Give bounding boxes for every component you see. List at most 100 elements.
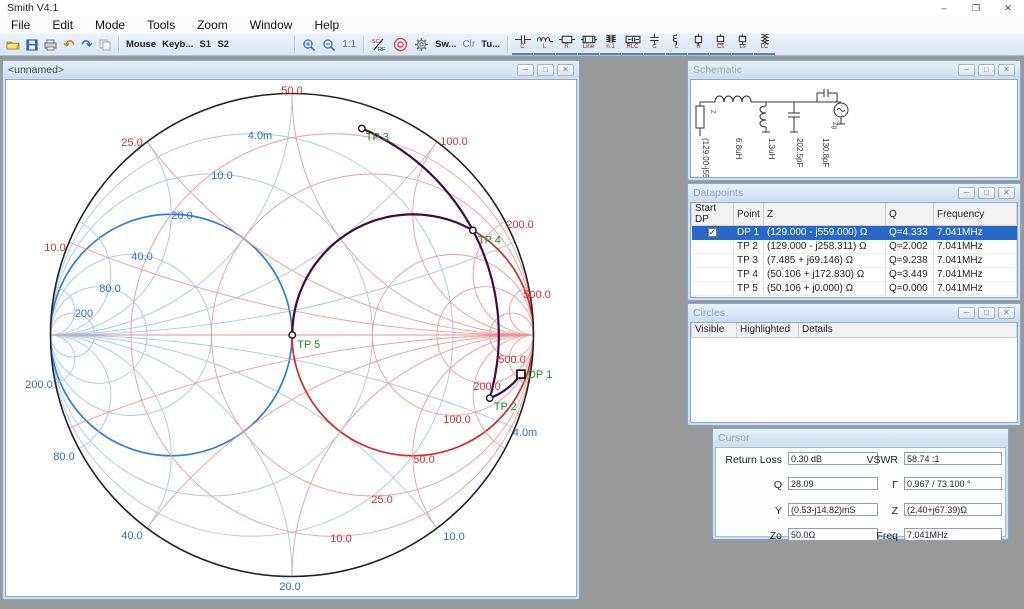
open-icon[interactable] xyxy=(3,35,23,54)
point-label: TP 2 xyxy=(494,401,517,413)
schematic-maximize-icon[interactable]: □ xyxy=(978,64,995,76)
coupled-button[interactable]: LC xyxy=(754,34,775,55)
datapoints-body: Start DP Point Z Q Frequency ✓DP 1(129.0… xyxy=(690,202,1018,298)
menu-window[interactable]: Window xyxy=(239,17,304,34)
clear-button[interactable]: Clr xyxy=(459,35,478,54)
schematic-titlebar[interactable]: Schematic ─ □ ✕ xyxy=(688,61,1020,78)
menu-edit[interactable]: Edit xyxy=(41,17,84,34)
svg-text:RF: RF xyxy=(378,47,386,52)
vswr-field[interactable]: 58.74 :1 xyxy=(904,452,1002,465)
column-highlighted[interactable]: Highlighted xyxy=(737,323,799,337)
table-row[interactable]: ✓DP 1(129.000 - j559.000) ΩQ=4.3337.041M… xyxy=(692,226,1017,240)
admittance-grid-label: 4.0m xyxy=(513,427,537,439)
copy-icon[interactable] xyxy=(96,35,114,54)
smith-chart[interactable]: DP 1TP 2TP 3TP 4TP 550.025.010.0100.0200… xyxy=(6,80,577,597)
schematic-minimize-icon[interactable]: ─ xyxy=(958,64,975,76)
chart-minimize-icon[interactable]: ─ xyxy=(517,64,534,76)
sc-rf-icon[interactable]: SCRF xyxy=(368,35,390,54)
admittance-grid-label: 80.0 xyxy=(53,451,74,463)
schematic-close-icon[interactable]: ✕ xyxy=(998,64,1015,76)
circles-minimize-icon[interactable]: ─ xyxy=(958,307,975,319)
app-close-button[interactable]: ✕ xyxy=(992,0,1024,16)
start-dp-checkbox[interactable]: ✓ xyxy=(708,228,717,237)
impedance-grid-label: 50.0 xyxy=(413,454,434,466)
menu-mode[interactable]: Mode xyxy=(84,17,136,34)
print-icon[interactable] xyxy=(41,35,60,54)
shunt-inductor-symbol xyxy=(760,102,770,132)
circles-close-icon[interactable]: ✕ xyxy=(998,307,1015,319)
datapoints-minimize-icon[interactable]: ─ xyxy=(958,187,975,199)
datapoints-close-icon[interactable]: ✕ xyxy=(998,187,1015,199)
app-restore-button[interactable]: ❐ xyxy=(960,0,992,16)
tune-button[interactable]: Tu... xyxy=(478,35,503,54)
column-details[interactable]: Details xyxy=(799,323,1017,337)
chart-maximize-icon[interactable]: □ xyxy=(537,64,554,76)
z-field[interactable]: (2.40+j67.39)Ω xyxy=(904,503,1002,516)
app-minimize-button[interactable]: – xyxy=(928,0,960,16)
mouse-button[interactable]: Mouse xyxy=(123,35,159,54)
transformer-button[interactable]: n:1 xyxy=(600,34,621,55)
series-inductor-symbol xyxy=(715,96,751,102)
menu-help[interactable]: Help xyxy=(303,17,350,34)
datapoint-marker[interactable] xyxy=(517,370,525,378)
testpoint-marker[interactable] xyxy=(487,395,493,401)
table-row[interactable]: TP 3(7.485 + j69.146) ΩQ=9.2387.041MHz xyxy=(692,254,1017,268)
circles-titlebar[interactable]: Circles ─ □ ✕ xyxy=(688,304,1020,321)
zoom-in-icon[interactable] xyxy=(299,35,319,54)
shunt-r-button[interactable]: R xyxy=(688,34,709,55)
gamma-field[interactable]: 0.967 / 73.100 ° xyxy=(904,477,1002,490)
zoom-out-icon[interactable] xyxy=(319,35,339,54)
column-z[interactable]: Z xyxy=(764,203,886,226)
save-icon[interactable] xyxy=(23,35,41,54)
undo-icon[interactable]: ↶ xyxy=(60,35,78,54)
s1-button[interactable]: S1 xyxy=(196,35,214,54)
column-visible[interactable]: Visible xyxy=(692,323,737,337)
menu-zoom[interactable]: Zoom xyxy=(186,17,239,34)
menu-tools[interactable]: Tools xyxy=(136,17,186,34)
admittance-grid-label: 200 xyxy=(75,308,93,320)
table-row[interactable]: TP 2(129.000 - j258.311) ΩQ=2.0027.041MH… xyxy=(692,240,1017,254)
column-frequency[interactable]: Frequency xyxy=(934,203,1017,226)
rlc-button[interactable]: RLC xyxy=(622,34,643,55)
circles-maximize-icon[interactable]: □ xyxy=(978,307,995,319)
shunt-l-button[interactable]: L xyxy=(666,34,687,55)
chart-window-titlebar[interactable]: <unnamed> ─ □ ✕ xyxy=(3,61,579,78)
component-label: L xyxy=(543,45,546,50)
series-r-button[interactable]: R xyxy=(556,34,577,55)
app-window-buttons: – ❐ ✕ xyxy=(928,0,1024,16)
column-start-dp[interactable]: Start DP xyxy=(692,203,734,226)
series-inductor-value: 6.8uH xyxy=(734,138,743,160)
chart-close-icon[interactable]: ✕ xyxy=(557,64,574,76)
datapoints-titlebar[interactable]: Datapoints ─ □ ✕ xyxy=(688,184,1020,201)
line-button[interactable]: Line xyxy=(578,34,599,55)
admittance-grid-label: 10.0 xyxy=(211,170,232,182)
keyboard-button[interactable]: Keyb... xyxy=(159,35,196,54)
sweep-button[interactable]: Sw... xyxy=(432,35,459,54)
column-q[interactable]: Q xyxy=(886,203,934,226)
series-c-button[interactable]: C xyxy=(512,34,533,55)
freq-field[interactable]: 7.041MHz xyxy=(904,528,1002,541)
testpoint-marker[interactable] xyxy=(470,227,476,233)
datapoints-maximize-icon[interactable]: □ xyxy=(978,187,995,199)
table-row[interactable]: TP 5(50.106 + j0.000) ΩQ=0.0007.041MHz xyxy=(692,282,1017,296)
shunt-c-button[interactable]: C xyxy=(644,34,665,55)
impedance-grid-label: 10.0 xyxy=(44,242,65,254)
gear-icon[interactable] xyxy=(411,35,432,54)
zoom-1to1-button[interactable]: 1:1 xyxy=(339,35,359,54)
series-l-button[interactable]: L xyxy=(534,34,555,55)
series-capacitor-symbol xyxy=(817,89,837,102)
testpoint-marker[interactable] xyxy=(359,125,365,131)
testpoint-marker[interactable] xyxy=(289,332,295,338)
zo-label: Zo xyxy=(712,530,782,542)
redo-icon[interactable]: ↷ xyxy=(78,35,96,54)
admittance-grid-label: 20.0 xyxy=(279,581,300,593)
shunt-ls-button[interactable]: Ls xyxy=(732,34,753,55)
table-row[interactable]: TP 4(50.106 + j172.830) ΩQ=3.4497.041MHz xyxy=(692,268,1017,282)
s2-button[interactable]: S2 xyxy=(214,35,232,54)
target-icon[interactable] xyxy=(390,35,411,54)
shunt-cs-button[interactable]: Cs xyxy=(710,34,731,55)
column-point[interactable]: Point xyxy=(734,203,764,226)
circles-title: Circles xyxy=(693,307,725,319)
cursor-titlebar[interactable]: Cursor xyxy=(713,429,1008,446)
menu-file[interactable]: File xyxy=(0,17,41,34)
